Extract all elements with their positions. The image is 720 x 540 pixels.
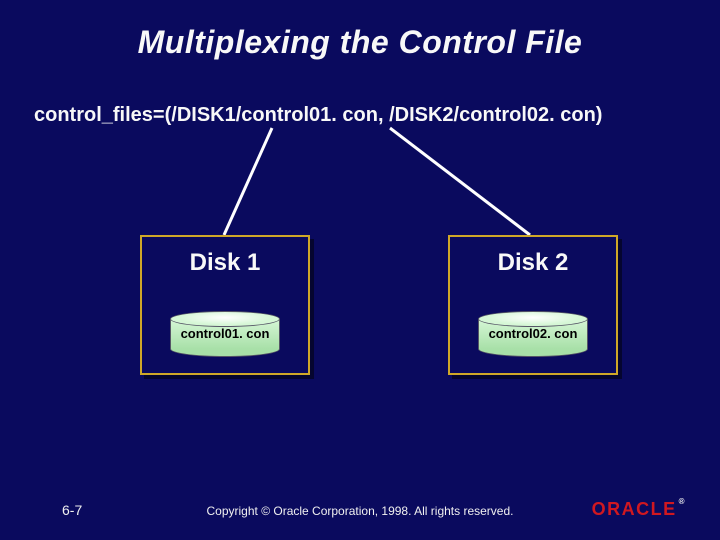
parameter-line: control_files=(/DISK1/control01. con, /D… — [34, 104, 602, 127]
slide-title: Multiplexing the Control File — [0, 24, 720, 61]
cylinder-top — [170, 311, 280, 327]
footer: 6-7 Copyright © Oracle Corporation, 1998… — [0, 494, 720, 518]
control-file-1-cylinder: control01. con — [170, 311, 280, 357]
cylinder-top — [478, 311, 588, 327]
disk-1-title: Disk 1 — [142, 249, 308, 277]
disk-box-2: Disk 2 control02. con — [448, 235, 618, 375]
registered-mark: ® — [679, 497, 686, 506]
disk-2-title: Disk 2 — [450, 249, 616, 277]
oracle-logo-text: ORACLE — [592, 499, 677, 520]
oracle-logo: ORACLE ® — [592, 499, 686, 520]
disk-box-1: Disk 1 control01. con — [140, 235, 310, 375]
control-file-1-label: control01. con — [170, 326, 280, 341]
control-file-2-label: control02. con — [478, 326, 588, 341]
slide: Multiplexing the Control File control_fi… — [0, 0, 720, 540]
control-file-2-cylinder: control02. con — [478, 311, 588, 357]
